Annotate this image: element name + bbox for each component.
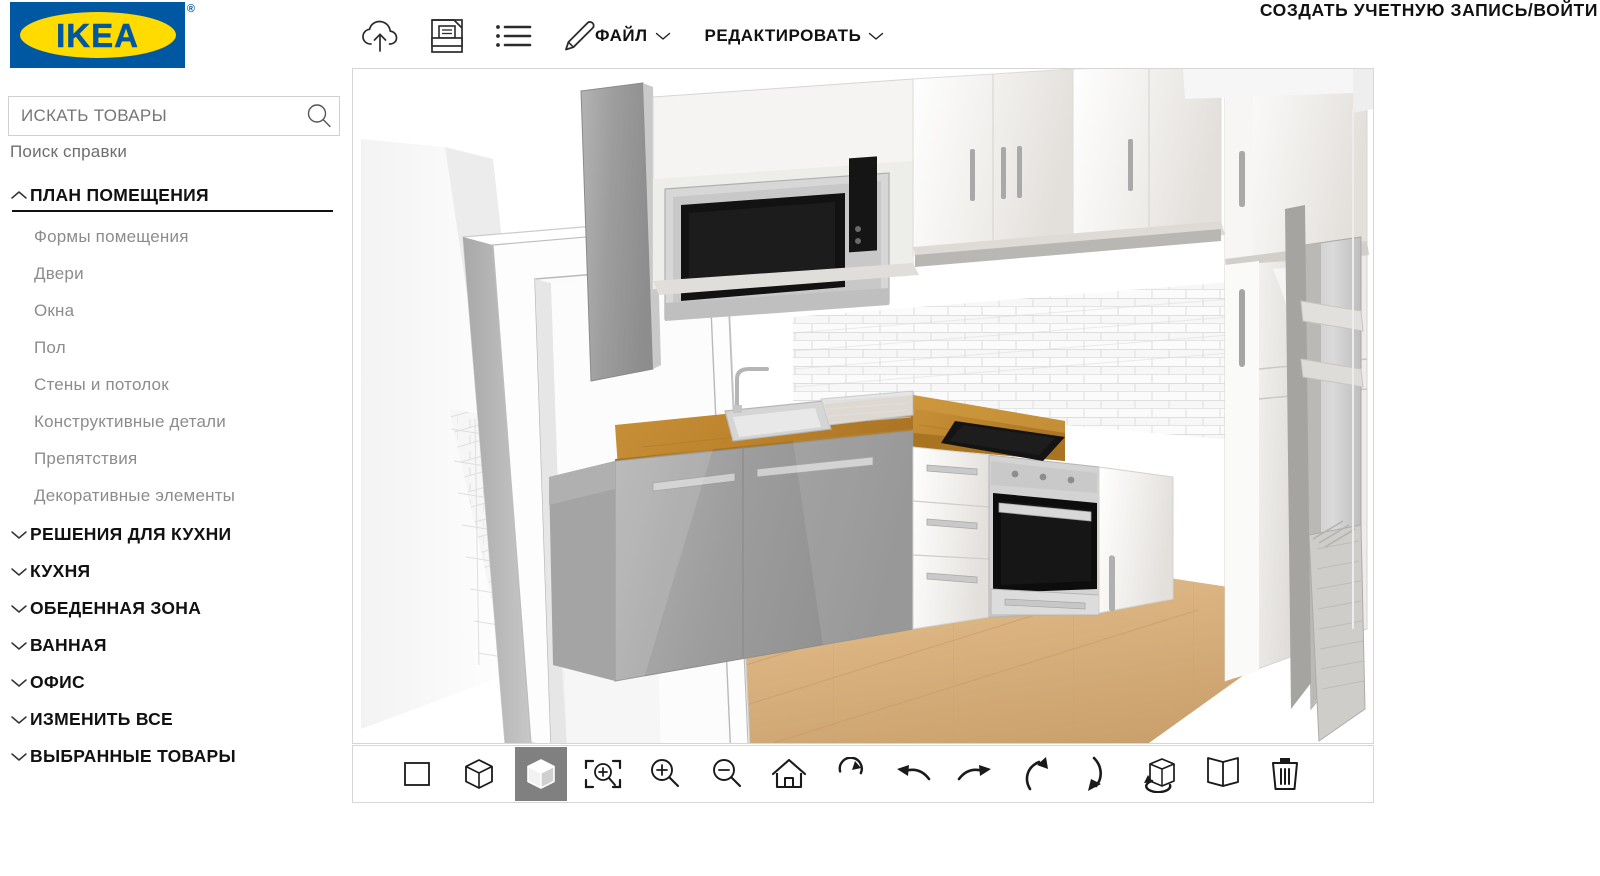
registered-mark: ®: [186, 3, 195, 15]
print-icon[interactable]: [423, 14, 471, 58]
menu-file[interactable]: ФАЙЛ: [595, 26, 671, 46]
home-icon[interactable]: [763, 747, 815, 801]
sidebar-item[interactable]: Декоративные элементы: [0, 477, 345, 514]
menu-label: ФАЙЛ: [595, 26, 648, 45]
sidebar-section: ОФИС: [0, 664, 345, 701]
account-login-link[interactable]: СОЗДАТЬ УЧЕТНУЮ ЗАПИСЬ/ВОЙТИ: [1260, 0, 1598, 21]
cloud-upload-icon[interactable]: [357, 14, 405, 58]
rotate-reset-icon[interactable]: [825, 747, 877, 801]
zoom-to-fit-icon[interactable]: [577, 747, 629, 801]
sidebar-section-header[interactable]: ОФИС: [0, 664, 345, 701]
sidebar-item[interactable]: Препятствия: [0, 440, 345, 477]
kitchen-3d-render[interactable]: [353, 69, 1373, 743]
sidebar-section-label: КУХНЯ: [30, 561, 91, 581]
sidebar-section-header[interactable]: ПЛАН ПОМЕЩЕНИЯ: [0, 178, 345, 212]
section-underline: [12, 210, 333, 212]
sidebar-subitems: Формы помещения Двери Окна Пол Стены и потол…: [0, 212, 345, 516]
menu-edit[interactable]: РЕДАКТИРОВАТЬ: [705, 26, 885, 46]
sidebar-section-label: ОБЕДЕННАЯ ЗОНА: [30, 598, 202, 618]
sidebar-section-label: ИЗМЕНИТЬ ВСЕ: [30, 709, 174, 729]
view-2d-icon[interactable]: [391, 747, 443, 801]
design-viewport-3d[interactable]: [352, 68, 1374, 744]
sidebar-item[interactable]: Пол: [0, 329, 345, 366]
view-toolbar: [352, 745, 1374, 803]
redo-icon[interactable]: [949, 747, 1001, 801]
undo-icon[interactable]: [887, 747, 939, 801]
list-icon[interactable]: [489, 14, 537, 58]
logo-oval: IKEA: [19, 12, 176, 58]
chevron-down-icon: [8, 640, 30, 652]
chevron-down-icon: [8, 714, 30, 726]
chevron-down-icon: [8, 751, 30, 763]
sidebar-section-header[interactable]: ОБЕДЕННАЯ ЗОНА: [0, 590, 345, 627]
sidebar-section: ВЫБРАННЫЕ ТОВАРЫ: [0, 738, 345, 775]
sidebar-section: КУХНЯ: [0, 553, 345, 590]
sidebar-section: ОБЕДЕННАЯ ЗОНА: [0, 590, 345, 627]
search-input[interactable]: [9, 97, 299, 135]
sidebar-item[interactable]: Стены и потолок: [0, 366, 345, 403]
chevron-down-icon: [868, 26, 884, 46]
zoom-out-icon[interactable]: [701, 747, 753, 801]
sidebar-section-header[interactable]: РЕШЕНИЯ ДЛЯ КУХНИ: [0, 516, 345, 553]
sidebar-section-header[interactable]: КУХНЯ: [0, 553, 345, 590]
menu-label: РЕДАКТИРОВАТЬ: [704, 26, 862, 45]
chevron-down-icon: [8, 566, 30, 578]
chevron-down-icon: [8, 603, 30, 615]
sidebar-section-header[interactable]: ВЫБРАННЫЕ ТОВАРЫ: [0, 738, 345, 775]
zoom-in-icon[interactable]: [639, 747, 691, 801]
sidebar-section-label: ОФИС: [30, 672, 85, 692]
ikea-logo[interactable]: IKEA ®: [10, 2, 195, 68]
help-search-link[interactable]: Поиск справки: [10, 142, 127, 162]
chevron-down-icon: [8, 529, 30, 541]
sidebar-item[interactable]: Двери: [0, 255, 345, 292]
ikea-kitchen-planner: IKEA ® Поиск справки ПЛАН ПОМЕЩЕНИЯ Формы…: [0, 0, 1600, 876]
chevron-up-icon: [8, 189, 30, 201]
search-box[interactable]: [8, 96, 340, 136]
search-icon[interactable]: [299, 96, 339, 136]
sidebar: IKEA ® Поиск справки ПЛАН ПОМЕЩЕНИЯ Формы…: [0, 0, 345, 876]
menu-bar: ФАЙЛ РЕДАКТИРОВАТЬ: [595, 26, 884, 46]
sidebar-section: ИЗМЕНИТЬ ВСЕ: [0, 701, 345, 738]
tilt-down-icon[interactable]: [1073, 747, 1125, 801]
sidebar-item[interactable]: Окна: [0, 292, 345, 329]
top-toolbar: ФАЙЛ РЕДАКТИРОВАТЬ СОЗДАТЬ УЧЕТНУЮ ЗАПИСЬ…: [345, 0, 1600, 66]
chevron-down-icon: [8, 677, 30, 689]
logo-text: IKEA: [56, 16, 139, 54]
sidebar-section: ВАННАЯ: [0, 627, 345, 664]
sidebar-section: ПЛАН ПОМЕЩЕНИЯ Формы помещения Двери Окна По…: [0, 178, 345, 516]
rotate-3d-icon[interactable]: [1135, 747, 1187, 801]
sidebar-section-label: ПЛАН ПОМЕЩЕНИЯ: [30, 184, 209, 205]
tilt-up-icon[interactable]: [1011, 747, 1063, 801]
chevron-down-icon: [655, 26, 671, 46]
sidebar-section-label: ВАННАЯ: [30, 635, 107, 655]
file-tools: [357, 14, 603, 58]
view-3d-solid-icon[interactable]: [515, 747, 567, 801]
sidebar-nav: ПЛАН ПОМЕЩЕНИЯ Формы помещения Двери Окна По…: [0, 178, 345, 775]
sidebar-item[interactable]: Конструктивные детали: [0, 403, 345, 440]
delete-icon[interactable]: [1259, 747, 1311, 801]
sidebar-section-header[interactable]: ИЗМЕНИТЬ ВСЕ: [0, 701, 345, 738]
sidebar-section-header[interactable]: ВАННАЯ: [0, 627, 345, 664]
sidebar-section: РЕШЕНИЯ ДЛЯ КУХНИ: [0, 516, 345, 553]
sidebar-section-label: РЕШЕНИЯ ДЛЯ КУХНИ: [30, 524, 232, 544]
sidebar-section-label: ВЫБРАННЫЕ ТОВАРЫ: [30, 746, 236, 766]
sidebar-item[interactable]: Формы помещения: [0, 218, 345, 255]
view-3d-wireframe-icon[interactable]: [453, 747, 505, 801]
walls-view-icon[interactable]: [1197, 747, 1249, 801]
